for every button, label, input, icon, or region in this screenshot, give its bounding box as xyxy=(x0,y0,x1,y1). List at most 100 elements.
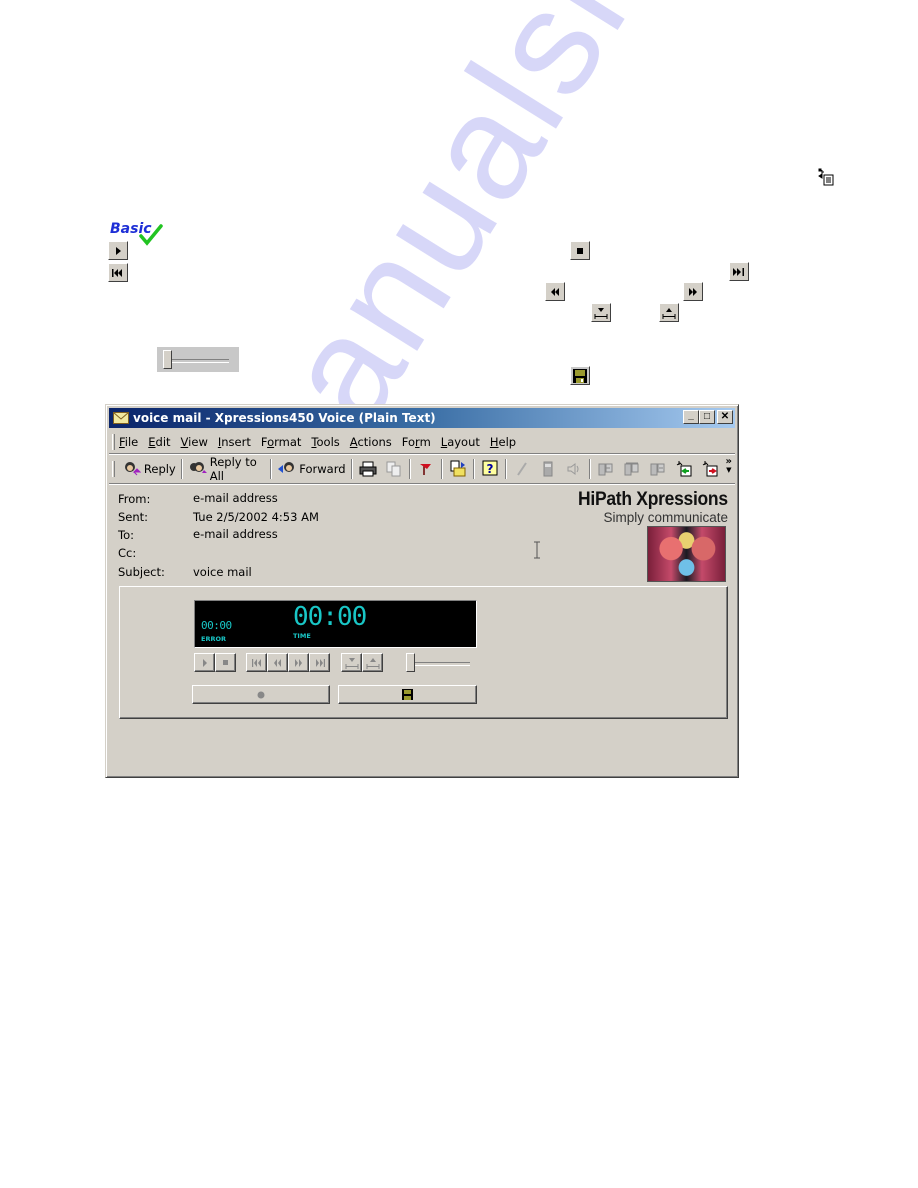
slider-track xyxy=(169,359,229,363)
player-insert-down-button[interactable] xyxy=(341,653,362,672)
forward-icon xyxy=(277,459,297,479)
brand-image xyxy=(647,526,726,582)
fast-forward-button[interactable] xyxy=(683,282,703,301)
speaker-button[interactable] xyxy=(561,458,587,480)
slider-thumb[interactable] xyxy=(163,350,172,369)
from-value: e-mail address xyxy=(193,491,278,505)
flag-button[interactable] xyxy=(413,458,439,480)
previous-message-button[interactable] xyxy=(671,458,697,480)
toolbar-separator xyxy=(270,459,273,479)
menu-view[interactable]: View xyxy=(181,435,208,449)
insert-down-button[interactable] xyxy=(591,303,611,322)
reply-all-button[interactable]: Reply to All xyxy=(185,455,269,483)
call-button[interactable] xyxy=(509,458,535,480)
play-icon xyxy=(116,246,121,255)
help-icon: ? xyxy=(480,459,500,479)
chevron-down-icon: ▼ xyxy=(726,466,732,474)
floppy-disk-icon xyxy=(573,368,587,383)
voice-action-1-button[interactable] xyxy=(593,458,619,480)
rewind-icon xyxy=(274,658,281,667)
play-icon xyxy=(202,658,207,667)
menu-form[interactable]: Form xyxy=(402,435,431,449)
player-rewind-button[interactable] xyxy=(267,653,288,672)
play-button[interactable] xyxy=(108,241,128,260)
rewind-button[interactable] xyxy=(545,282,565,301)
speaker-icon xyxy=(564,459,584,479)
menu-tools[interactable]: Tools xyxy=(311,435,339,449)
menu-insert[interactable]: Insert xyxy=(218,435,251,449)
player-play-button[interactable] xyxy=(194,653,215,672)
voice-player-panel: 00:00 ERROR 00:00 TIME xyxy=(119,586,728,719)
skip-to-end-button[interactable] xyxy=(729,262,749,281)
volume-slider-thumb[interactable] xyxy=(406,653,415,672)
maximize-button[interactable]: □ xyxy=(699,410,715,424)
next-message-button[interactable] xyxy=(697,458,723,480)
player-fast-forward-button[interactable] xyxy=(288,653,309,672)
sent-value: Tue 2/5/2002 4:53 AM xyxy=(193,510,319,524)
status-label: ERROR xyxy=(201,635,226,643)
previous-message-icon xyxy=(674,459,694,479)
copy-icon xyxy=(384,459,404,479)
voice-action-2-button[interactable] xyxy=(619,458,645,480)
menu-file[interactable]: File xyxy=(119,435,138,449)
menu-edit[interactable]: Edit xyxy=(148,435,170,449)
brand-block: HiPath Xpressions Simply communicate xyxy=(565,489,728,525)
minimize-button[interactable]: _ xyxy=(683,410,699,424)
menu-format[interactable]: Format xyxy=(261,435,302,449)
menu-help[interactable]: Help xyxy=(490,435,516,449)
brand-tagline: Simply communicate xyxy=(603,510,728,525)
stop-button[interactable] xyxy=(570,241,590,260)
copy-button[interactable] xyxy=(381,458,407,480)
chevron-right-icon: » xyxy=(725,456,732,467)
forward-button[interactable]: Forward xyxy=(274,458,348,480)
voice-action-3-icon xyxy=(648,459,668,479)
player-skip-end-button[interactable] xyxy=(309,653,330,672)
printer-icon xyxy=(358,459,378,479)
record-icon xyxy=(257,691,265,698)
menu-layout[interactable]: Layout xyxy=(441,435,480,449)
toolbar-separator xyxy=(588,459,591,479)
reply-button[interactable]: Reply xyxy=(119,458,179,480)
window-title: voice mail - Xpressions450 Voice (Plain … xyxy=(133,411,436,425)
sent-label: Sent: xyxy=(118,510,149,524)
volume-slider-legend[interactable] xyxy=(157,347,239,372)
text-cursor-icon xyxy=(533,541,541,564)
insert-up-icon xyxy=(662,307,676,319)
time-label: TIME xyxy=(293,632,311,640)
reply-all-icon xyxy=(188,459,208,479)
player-insert-up-button[interactable] xyxy=(362,653,383,672)
subject-label: Subject: xyxy=(118,565,165,579)
help-button[interactable]: ? xyxy=(477,458,503,480)
message-window: voice mail - Xpressions450 Voice (Plain … xyxy=(105,404,739,778)
move-to-folder-icon xyxy=(448,459,468,479)
menubar-grip[interactable] xyxy=(112,434,115,450)
menu-bar: File Edit View Insert Format Tools Actio… xyxy=(109,431,735,454)
voice-action-2-icon xyxy=(622,459,642,479)
skip-end-icon xyxy=(733,267,744,276)
lcd-display: 00:00 ERROR 00:00 TIME xyxy=(194,600,477,648)
from-label: From: xyxy=(118,492,151,506)
fast-forward-icon xyxy=(689,287,697,296)
record-button[interactable] xyxy=(192,685,330,704)
insert-up-button[interactable] xyxy=(659,303,679,322)
save-button[interactable] xyxy=(570,366,590,385)
voice-action-3-button[interactable] xyxy=(645,458,671,480)
skip-start-icon xyxy=(251,658,261,667)
toolbar-grip[interactable] xyxy=(112,461,115,477)
minimize-icon: _ xyxy=(688,409,694,421)
move-to-folder-button[interactable] xyxy=(445,458,471,480)
toolbar-separator xyxy=(504,459,507,479)
toolbar-overflow-button[interactable]: » ▼ xyxy=(723,456,735,480)
player-save-button[interactable] xyxy=(338,685,477,704)
stop-icon xyxy=(577,247,583,254)
mobile-button[interactable] xyxy=(535,458,561,480)
title-bar[interactable]: voice mail - Xpressions450 Voice (Plain … xyxy=(109,408,735,428)
toolbar-separator xyxy=(440,459,443,479)
print-button[interactable] xyxy=(355,458,381,480)
player-skip-start-button[interactable] xyxy=(246,653,267,672)
close-button[interactable]: ✕ xyxy=(717,410,733,424)
menu-actions[interactable]: Actions xyxy=(350,435,392,449)
volume-slider-track[interactable] xyxy=(410,662,470,666)
skip-to-start-button[interactable] xyxy=(108,263,128,282)
player-stop-button[interactable] xyxy=(215,653,236,672)
